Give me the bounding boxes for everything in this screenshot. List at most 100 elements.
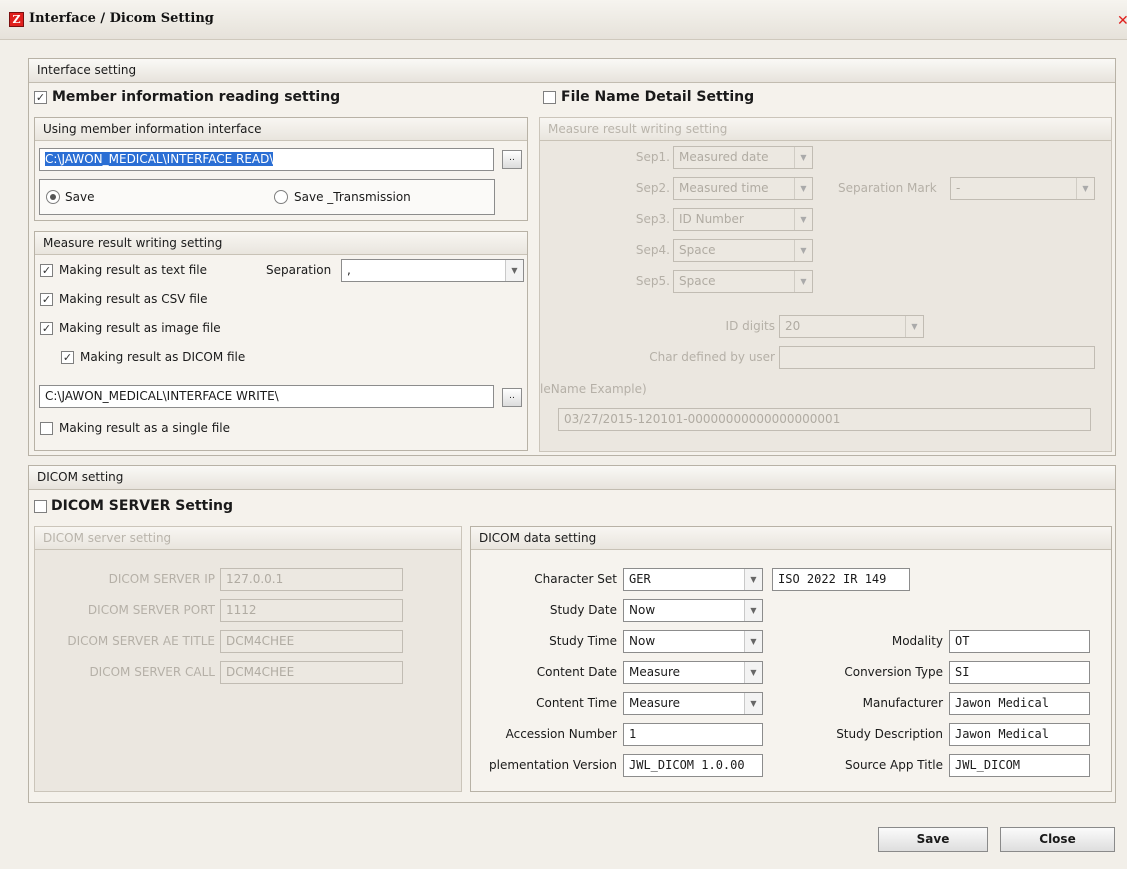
chevron-down-icon: ▼ [794, 240, 812, 261]
impl-version-field[interactable]: JWL_DICOM 1.0.00 [623, 754, 763, 777]
conversion-label: Conversion Type [844, 665, 943, 679]
dicom-server-label: DICOM SERVER Setting [51, 498, 234, 514]
dicom-file-checkbox[interactable]: ✓ [61, 351, 74, 364]
member-read-browse-button[interactable]: .. [502, 150, 522, 169]
chevron-down-icon: ▼ [744, 600, 762, 621]
dicom-server-header: DICOM server setting [35, 527, 461, 550]
server-ip-label: DICOM SERVER IP [108, 572, 215, 586]
example-field: 03/27/2015-120101-00000000000000000001 [558, 408, 1091, 431]
charset-code-field[interactable]: ISO 2022 IR 149 [772, 568, 910, 591]
sep2-select[interactable]: Measured time ▼ [673, 177, 813, 200]
server-ae-field[interactable]: DCM4CHEE [220, 630, 403, 653]
separation-value: , [347, 263, 351, 277]
csv-file-label: Making result as CSV file [59, 292, 208, 306]
save-transmission-radio[interactable] [274, 190, 288, 204]
modality-field[interactable]: OT [949, 630, 1090, 653]
charset-select[interactable]: GER ▼ [623, 568, 763, 591]
chevron-down-icon: ▼ [794, 147, 812, 168]
separation-mark-label: Separation Mark [838, 181, 937, 195]
sep4-select[interactable]: Space ▼ [673, 239, 813, 262]
app-logo-icon: Z [9, 12, 24, 27]
image-file-label: Making result as image file [59, 321, 221, 335]
impl-version-label: plementation Version [489, 758, 617, 772]
study-desc-label: Study Description [836, 727, 943, 741]
detail-writing-group: Measure result writing setting Sep1. Mea… [539, 117, 1112, 452]
interface-setting-header: Interface setting [29, 59, 1115, 83]
sep4-label: Sep4. [635, 243, 670, 257]
text-file-checkbox[interactable]: ✓ [40, 264, 53, 277]
sep1-label: Sep1. [635, 150, 670, 164]
dicom-server-checkbox[interactable] [34, 500, 47, 513]
write-path-browse-button[interactable]: .. [502, 388, 522, 407]
separation-select[interactable]: , ▼ [341, 259, 524, 282]
server-call-label: DICOM SERVER CALL [89, 665, 215, 679]
window-close-icon[interactable]: ✕ [1117, 14, 1127, 28]
csv-file-checkbox[interactable]: ✓ [40, 293, 53, 306]
using-member-interface-header: Using member information interface [35, 118, 527, 141]
chevron-down-icon: ▼ [1076, 178, 1094, 199]
content-date-label: Content Date [536, 665, 617, 679]
charset-label: Character Set [534, 572, 617, 586]
dicom-data-header: DICOM data setting [471, 527, 1111, 550]
title-bar: Z Interface / Dicom Setting ✕ [0, 0, 1127, 40]
modality-label: Modality [891, 634, 943, 648]
file-name-detail-label: File Name Detail Setting [561, 89, 755, 105]
dicom-server-group: DICOM server setting DICOM SERVER IP 127… [34, 526, 462, 792]
member-reading-label: Member information reading setting [52, 89, 341, 105]
content-time-select[interactable]: Measure ▼ [623, 692, 763, 715]
save-button[interactable]: Save [878, 827, 988, 852]
dicom-setting-section: DICOM setting DICOM SERVER Setting DICOM… [28, 465, 1116, 803]
server-port-label: DICOM SERVER PORT [87, 603, 215, 617]
char-user-label: Char defined by user [649, 350, 775, 364]
content-date-select[interactable]: Measure ▼ [623, 661, 763, 684]
conversion-field[interactable]: SI [949, 661, 1090, 684]
study-time-label: Study Time [549, 634, 617, 648]
chevron-down-icon: ▼ [794, 271, 812, 292]
study-desc-field[interactable]: Jawon Medical [949, 723, 1090, 746]
sep3-label: Sep3. [635, 212, 670, 226]
separation-mark-select[interactable]: - ▼ [950, 177, 1095, 200]
chevron-down-icon: ▼ [744, 631, 762, 652]
measure-writing-group: Measure result writing setting ✓ Making … [34, 231, 528, 451]
server-ip-field[interactable]: 127.0.0.1 [220, 568, 403, 591]
accession-field[interactable]: 1 [623, 723, 763, 746]
study-time-select[interactable]: Now ▼ [623, 630, 763, 653]
server-ae-label: DICOM SERVER AE TITLE [67, 634, 215, 648]
study-date-select[interactable]: Now ▼ [623, 599, 763, 622]
server-port-field[interactable]: 1112 [220, 599, 403, 622]
dicom-data-group: DICOM data setting Character Set GER ▼ IS… [470, 526, 1112, 792]
write-path-field[interactable]: C:\JAWON_MEDICAL\INTERFACE WRITE\ [39, 385, 494, 408]
study-date-label: Study Date [549, 603, 617, 617]
save-mode-box: Save Save _Transmission [39, 179, 495, 215]
single-file-checkbox[interactable] [40, 422, 53, 435]
file-name-detail-checkbox[interactable] [543, 91, 556, 104]
char-user-field[interactable] [779, 346, 1095, 369]
source-app-field[interactable]: JWL_DICOM [949, 754, 1090, 777]
save-radio[interactable] [46, 190, 60, 204]
sep1-select[interactable]: Measured date ▼ [673, 146, 813, 169]
dicom-setting-header: DICOM setting [29, 466, 1115, 490]
image-file-checkbox[interactable]: ✓ [40, 322, 53, 335]
server-call-field[interactable]: DCM4CHEE [220, 661, 403, 684]
dicom-file-label: Making result as DICOM file [80, 350, 246, 364]
example-label: leName Example) [540, 382, 647, 396]
save-transmission-radio-label: Save _Transmission [294, 190, 411, 204]
single-file-label: Making result as a single file [59, 421, 230, 435]
interface-setting-section: Interface setting ✓ Member information r… [28, 58, 1116, 456]
sep2-label: Sep2. [635, 181, 670, 195]
member-reading-checkbox[interactable]: ✓ [34, 91, 47, 104]
chevron-down-icon: ▼ [744, 662, 762, 683]
id-digits-select[interactable]: 20 ▼ [779, 315, 924, 338]
sep5-label: Sep5. [635, 274, 670, 288]
chevron-down-icon: ▼ [744, 569, 762, 590]
content-time-label: Content Time [536, 696, 617, 710]
manufacturer-field[interactable]: Jawon Medical [949, 692, 1090, 715]
chevron-down-icon: ▼ [505, 260, 523, 281]
close-button[interactable]: Close [1000, 827, 1115, 852]
chevron-down-icon: ▼ [794, 209, 812, 230]
member-read-path-field[interactable]: C:\JAWON_MEDICAL\INTERFACE READ\ [39, 148, 494, 171]
sep5-select[interactable]: Space ▼ [673, 270, 813, 293]
sep3-select[interactable]: ID Number ▼ [673, 208, 813, 231]
chevron-down-icon: ▼ [905, 316, 923, 337]
measure-writing-header: Measure result writing setting [35, 232, 527, 255]
